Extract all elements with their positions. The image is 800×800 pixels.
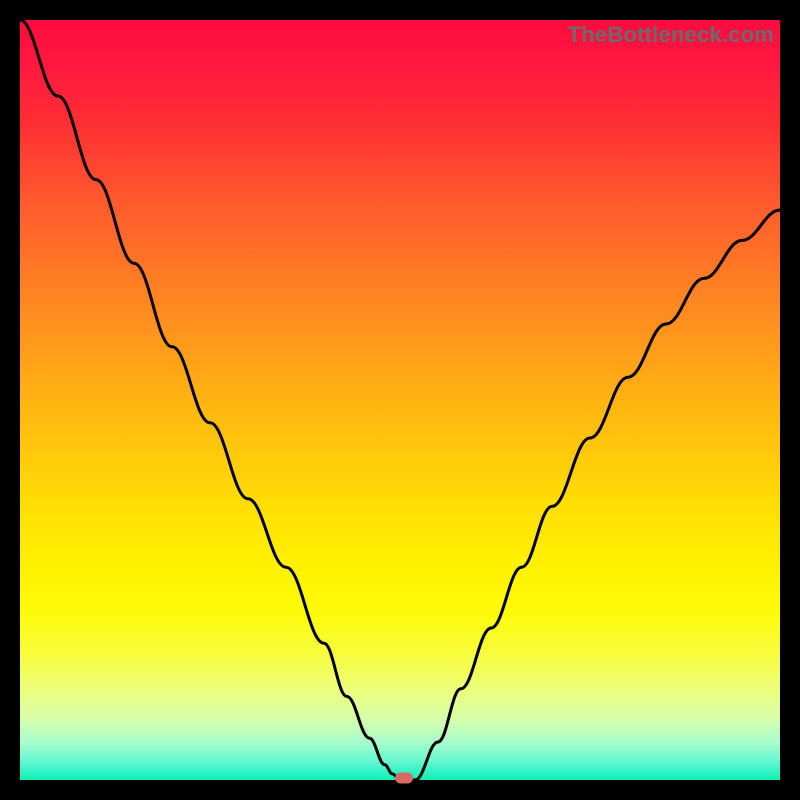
chart-frame: TheBottleneck.com	[0, 0, 800, 800]
optimum-marker	[395, 772, 413, 783]
plot-area: TheBottleneck.com	[20, 20, 780, 780]
bottleneck-curve	[20, 20, 780, 780]
